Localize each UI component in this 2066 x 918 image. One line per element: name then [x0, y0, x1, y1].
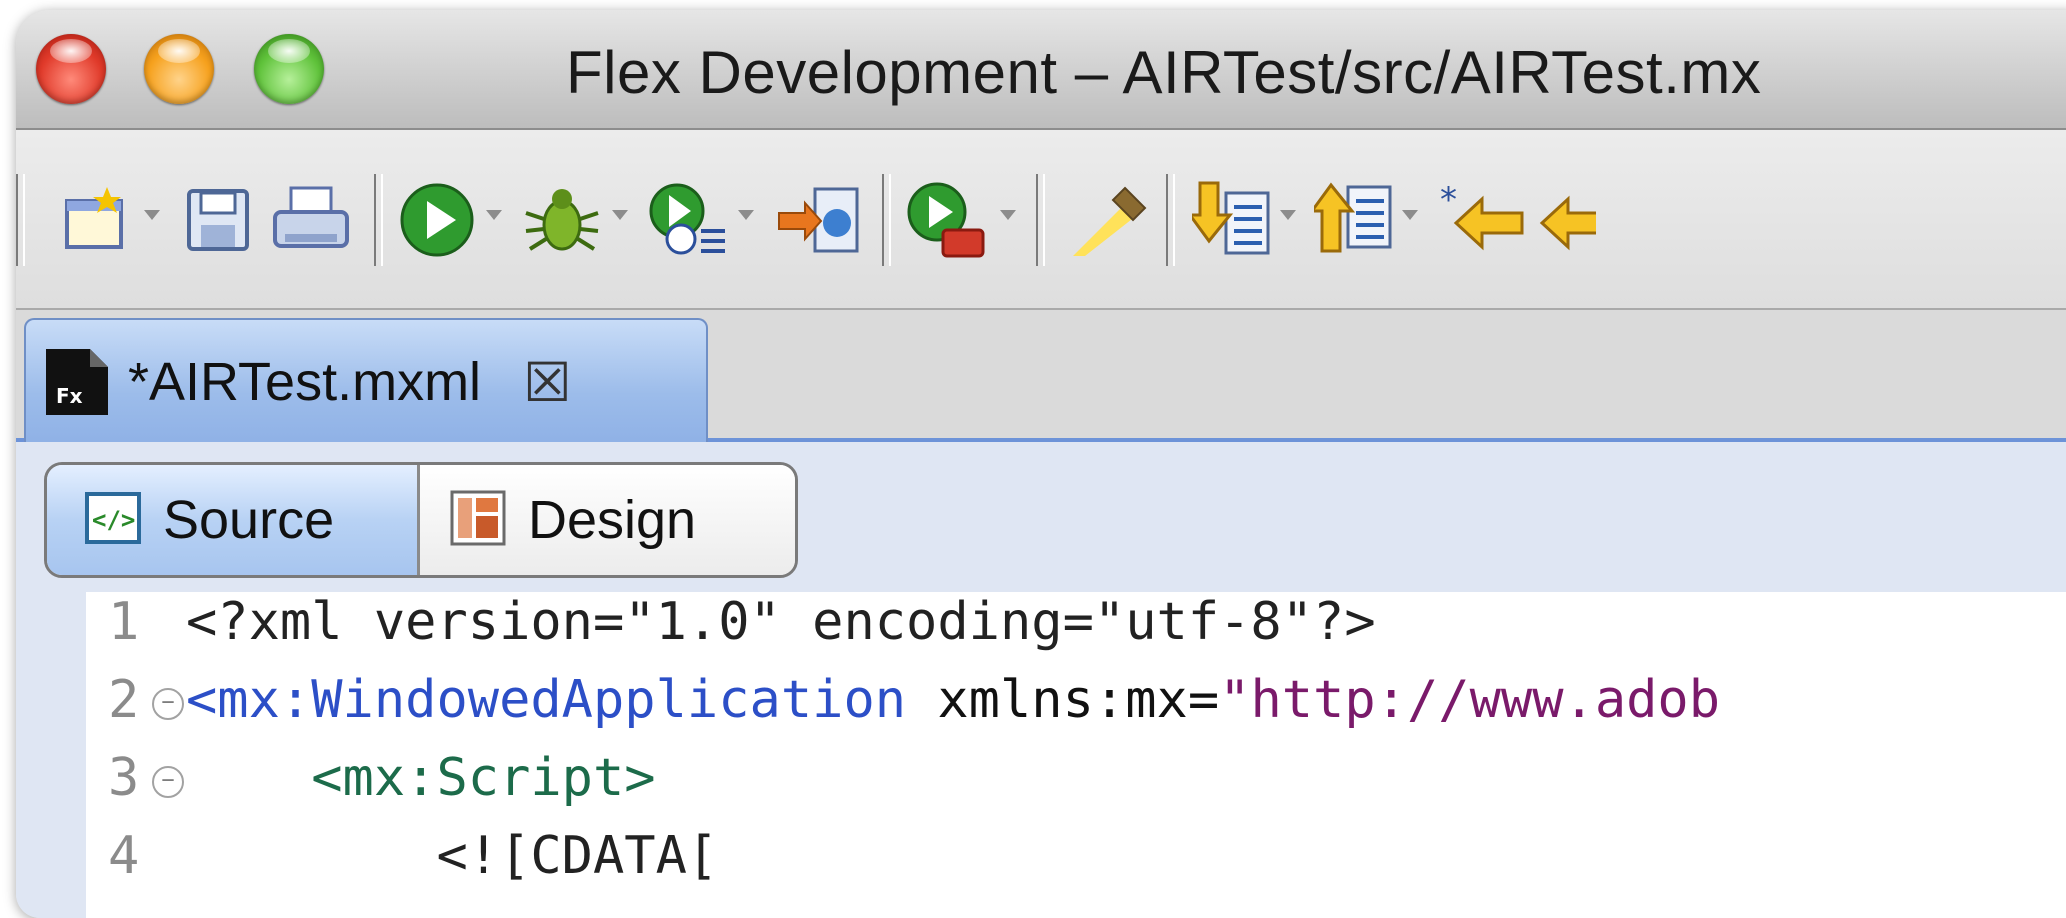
export-release-icon[interactable] — [774, 182, 864, 258]
run-icon[interactable] — [394, 182, 480, 258]
editor-body: </> Source Design 1 <?xml version="1.0" … — [16, 442, 2066, 918]
chevron-down-icon[interactable] — [1280, 210, 1296, 220]
source-design-switch: </> Source Design — [44, 462, 798, 578]
code-token: xmlns:mx= — [906, 670, 1220, 730]
code-line[interactable]: 2− <mx:WindowedApplication xmlns:mx="http… — [86, 670, 2066, 750]
code-text: <mx:WindowedApplication xmlns:mx="http:/… — [186, 670, 1720, 730]
minimize-window-button[interactable] — [144, 34, 214, 104]
svg-text:Fx: Fx — [56, 384, 83, 408]
toolbar-separator — [882, 174, 891, 266]
chevron-down-icon[interactable] — [738, 210, 754, 220]
line-number: 2 — [108, 670, 140, 730]
toolbar-separator — [16, 174, 25, 266]
previous-annotation-icon[interactable] — [1312, 182, 1396, 258]
editor-area: Fx *AIRTest.mxml ☒ </> Source Design 1 <… — [16, 310, 2066, 918]
editor-tab-strip: Fx *AIRTest.mxml ☒ — [16, 310, 2066, 444]
zoom-window-button[interactable] — [254, 34, 324, 104]
source-view-label: Source — [163, 490, 335, 550]
toolbar-separator — [374, 174, 383, 266]
mxml-file-icon: Fx — [44, 347, 110, 417]
editor-tab-airtest[interactable]: Fx *AIRTest.mxml ☒ — [24, 318, 708, 444]
print-icon[interactable] — [266, 182, 356, 258]
line-number: 4 — [108, 826, 140, 886]
save-icon[interactable] — [178, 182, 258, 258]
code-token: <?xml version="1.0" encoding="utf-8"?> — [186, 592, 1376, 652]
svg-text:*: * — [1440, 185, 1457, 220]
highlighter-icon[interactable] — [1064, 182, 1154, 258]
code-line[interactable]: 3− <mx:Script> — [86, 748, 2066, 828]
main-toolbar: * — [16, 130, 2066, 310]
chevron-down-icon[interactable] — [612, 210, 628, 220]
fold-collapse-icon[interactable]: − — [152, 688, 184, 720]
next-annotation-icon[interactable] — [1190, 181, 1274, 258]
code-text: <mx:Script> — [186, 748, 656, 808]
chevron-down-icon[interactable] — [144, 210, 160, 220]
profile-icon[interactable] — [644, 182, 730, 258]
line-number: 1 — [108, 592, 140, 652]
design-view-button[interactable]: Design — [420, 465, 795, 575]
source-view-button[interactable]: </> Source — [47, 465, 420, 575]
code-token: <mx:WindowedApplication — [186, 670, 907, 730]
source-code-icon: </> — [85, 491, 141, 549]
chevron-down-icon[interactable] — [1000, 210, 1016, 220]
back-icon[interactable] — [1536, 182, 1596, 258]
new-project-icon[interactable] — [56, 182, 136, 258]
code-text: <![CDATA[ — [186, 826, 718, 886]
fold-collapse-icon[interactable]: − — [152, 766, 184, 798]
code-editor[interactable]: 1 <?xml version="1.0" encoding="utf-8"?> 2… — [86, 592, 2066, 918]
title-bar[interactable]: Flex Development – AIRTest/src/AIRTest.m… — [16, 10, 2066, 130]
code-token: <![CDATA[ — [186, 826, 719, 886]
close-window-button[interactable] — [36, 34, 106, 104]
chevron-down-icon[interactable] — [1402, 210, 1418, 220]
close-icon[interactable]: ☒ — [523, 351, 571, 414]
run-external-tools-icon[interactable] — [902, 182, 992, 258]
code-token: <mx:Script> — [186, 748, 656, 808]
code-line[interactable]: 4 <![CDATA[ — [86, 826, 2066, 906]
design-view-label: Design — [528, 490, 697, 550]
line-number: 3 — [108, 748, 140, 808]
design-layout-icon — [450, 490, 506, 551]
window-title: Flex Development – AIRTest/src/AIRTest.m… — [566, 39, 1762, 106]
toolbar-separator — [1036, 174, 1045, 266]
toolbar-separator — [1166, 174, 1175, 266]
application-window: Flex Development – AIRTest/src/AIRTest.m… — [16, 10, 2066, 918]
chevron-down-icon[interactable] — [486, 210, 502, 220]
svg-text:</>: </> — [92, 506, 135, 534]
last-edit-location-icon[interactable]: * — [1436, 182, 1526, 258]
editor-tab-label: *AIRTest.mxml — [128, 352, 482, 412]
code-token: "http://www.adob — [1219, 670, 1721, 730]
debug-icon[interactable] — [518, 182, 604, 258]
code-text: <?xml version="1.0" encoding="utf-8"?> — [186, 592, 1376, 652]
code-line[interactable]: 1 <?xml version="1.0" encoding="utf-8"?> — [86, 592, 2066, 672]
